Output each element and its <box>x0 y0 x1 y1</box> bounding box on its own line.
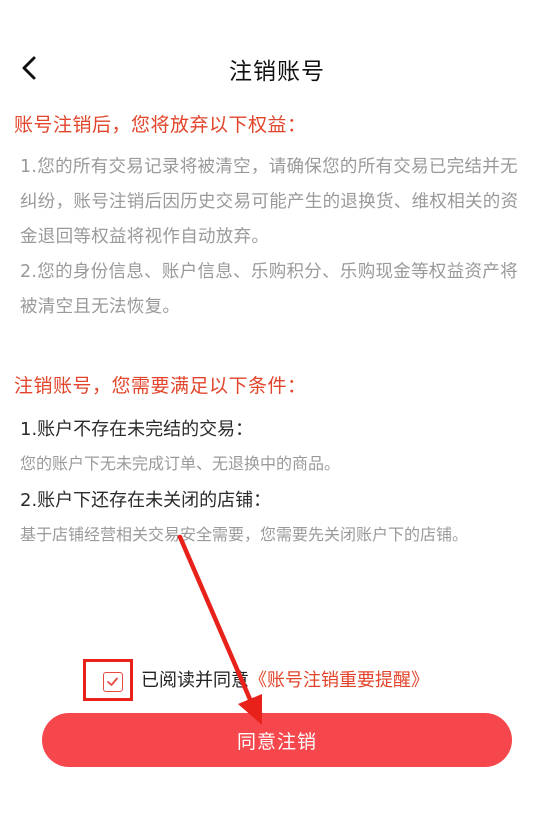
condition-2-desc: 基于店铺经营相关交易安全需要，您需要先关闭账户下的店铺。 <box>20 525 469 544</box>
agreement-label: 已阅读并同意 <box>141 670 249 691</box>
agreement-checkbox-highlight[interactable] <box>83 659 133 701</box>
agreement-row: 已阅读并同意《账号注销重要提醒》 <box>83 659 483 701</box>
rights-item-2: 2.您的身份信息、账户信息、乐购积分、乐购现金等权益资产将被清空且无法恢复。 <box>20 262 518 317</box>
header-bar: 注销账号 <box>0 0 554 100</box>
condition-2-title: 2.账户下还存在未关闭的店铺： <box>20 490 272 511</box>
section-title-rights: 账号注销后，您将放弃以下权益： <box>14 114 307 136</box>
condition-1-title: 1.账户不存在未完结的交易： <box>20 419 254 440</box>
agreement-link[interactable]: 《账号注销重要提醒》 <box>249 670 429 691</box>
condition-1-desc: 您的账户下无未完成订单、无退换中的商品。 <box>20 454 341 473</box>
rights-item-1: 1.您的所有交易记录将被清空，请确保您的所有交易已完结并无纠纷，账号注销后因历史… <box>20 157 519 247</box>
check-icon <box>107 677 118 686</box>
agreement-text: 已阅读并同意《账号注销重要提醒》 <box>141 666 429 692</box>
page-title: 注销账号 <box>229 59 325 85</box>
confirm-cancel-account-button[interactable]: 同意注销 <box>42 713 512 767</box>
section-title-conditions: 注销账号，您需要满足以下条件： <box>14 375 307 397</box>
agreement-checkbox[interactable] <box>103 672 123 692</box>
